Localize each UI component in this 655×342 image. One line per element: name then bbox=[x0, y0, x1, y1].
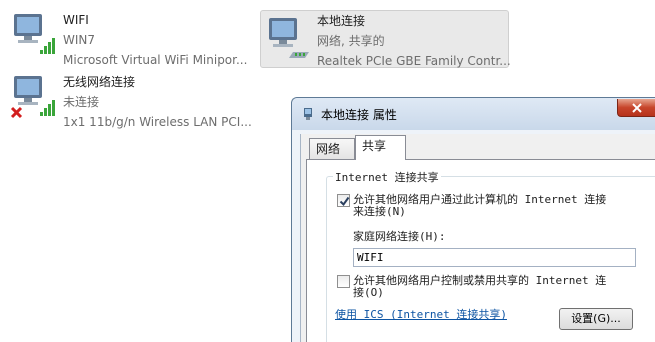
network-adapter-icon bbox=[304, 108, 312, 120]
adapter-name: 本地连接 bbox=[317, 14, 366, 28]
ics-groupbox: Internet 连接共享 允许其他网络用户通过此计算机的 Internet 连… bbox=[326, 169, 655, 342]
check-icon bbox=[339, 196, 350, 207]
adapter-name: WIFI bbox=[63, 13, 89, 27]
close-button[interactable] bbox=[617, 99, 655, 117]
label-line: 允许其他网络用户控制或禁用共享的 Internet 连 bbox=[353, 274, 607, 287]
adapter-wireless-connection[interactable]: 无线网络连接 未连接 1x1 11b/g/n Wireless LAN PCI.… bbox=[10, 72, 255, 132]
wireless-network-icon bbox=[10, 76, 55, 119]
dialog-client-area: 网络 共享 Internet 连接共享 允许其他网络用户通过此计算机的 Inte… bbox=[300, 134, 655, 342]
properties-dialog: 本地连接 属性 网络 共享 Internet 连接共享 允许其他网络用户通过此计… bbox=[291, 97, 655, 342]
home-network-select[interactable]: WIFI bbox=[353, 248, 636, 267]
adapter-local-connection[interactable]: 本地连接 网络, 共享的 Realtek PCIe GBE Family Con… bbox=[260, 10, 511, 68]
adapter-status: 未连接 bbox=[63, 95, 100, 109]
allow-control-checkbox[interactable] bbox=[337, 275, 350, 288]
wireless-network-icon bbox=[14, 14, 55, 54]
adapter-status: 网络, 共享的 bbox=[317, 34, 385, 48]
adapter-device: Realtek PCIe GBE Family Contr... bbox=[317, 54, 511, 68]
tab-network[interactable]: 网络 bbox=[309, 138, 355, 160]
adapter-wifi[interactable]: WIFI WIN7 Microsoft Virtual WiFi Minipor… bbox=[10, 10, 255, 70]
allow-connect-label[interactable]: 允许其他网络用户通过此计算机的 Internet 连接 来连接(N) bbox=[353, 194, 606, 218]
allow-connect-checkbox[interactable] bbox=[337, 194, 350, 207]
label-line: 来连接(N) bbox=[353, 205, 406, 218]
adapter-device: 1x1 11b/g/n Wireless LAN PCI... bbox=[63, 115, 252, 129]
close-icon bbox=[632, 103, 642, 113]
label-line: 接(O) bbox=[353, 286, 384, 299]
adapter-status: WIN7 bbox=[63, 33, 96, 47]
ics-help-link[interactable]: 使用 ICS (Internet 连接共享) bbox=[335, 306, 507, 322]
settings-button[interactable]: 设置(G)... bbox=[559, 308, 633, 330]
allow-control-label[interactable]: 允许其他网络用户控制或禁用共享的 Internet 连 接(O) bbox=[353, 275, 606, 299]
home-network-label: 家庭网络连接(H): bbox=[353, 230, 446, 243]
sharing-tab-panel: Internet 连接共享 允许其他网络用户通过此计算机的 Internet 连… bbox=[306, 159, 655, 342]
adapter-device: Microsoft Virtual WiFi Minipor... bbox=[63, 53, 248, 67]
tab-sharing[interactable]: 共享 bbox=[355, 135, 406, 160]
error-x-icon bbox=[10, 106, 23, 119]
dialog-title: 本地连接 属性 bbox=[321, 108, 397, 122]
wired-network-icon bbox=[269, 18, 309, 58]
group-title: Internet 连接共享 bbox=[333, 169, 441, 185]
dialog-title-bar[interactable]: 本地连接 属性 bbox=[292, 98, 655, 130]
adapter-name: 无线网络连接 bbox=[63, 75, 136, 89]
